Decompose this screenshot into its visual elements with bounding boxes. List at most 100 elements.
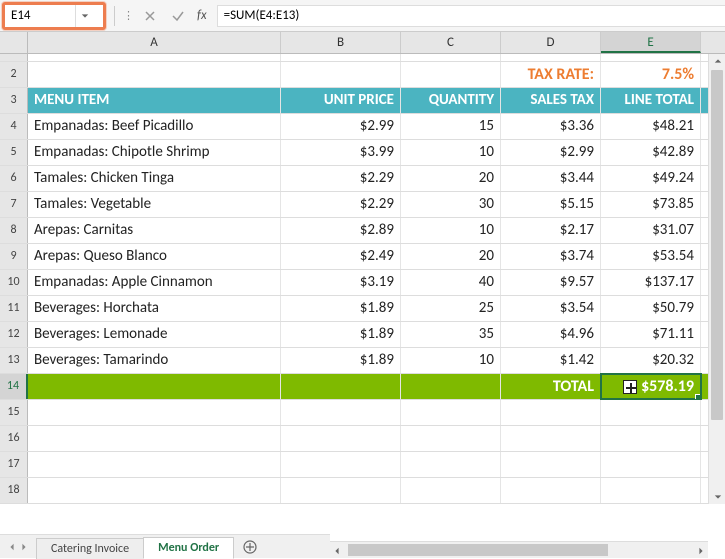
- cell[interactable]: [281, 400, 401, 425]
- cell-line-total[interactable]: $73.85: [601, 192, 701, 217]
- cell-menu-item[interactable]: Tamales: Chicken Tinga: [28, 166, 281, 191]
- cancel-button[interactable]: [139, 5, 161, 27]
- cell-menu-item[interactable]: Beverages: Horchata: [28, 296, 281, 321]
- name-box[interactable]: [5, 6, 75, 25]
- tab-catering-invoice[interactable]: Catering Invoice: [36, 538, 144, 559]
- row-header[interactable]: 17: [0, 452, 28, 477]
- cell-menu-item[interactable]: Tamales: Vegetable: [28, 192, 281, 217]
- name-box-dropdown[interactable]: [75, 5, 93, 27]
- cell[interactable]: [601, 478, 701, 503]
- cell[interactable]: [401, 374, 501, 399]
- cell-unit-price[interactable]: $3.19: [281, 270, 401, 295]
- scroll-right-button[interactable]: [694, 542, 708, 559]
- cell-unit-price[interactable]: $2.49: [281, 244, 401, 269]
- cell-unit-price[interactable]: $2.29: [281, 192, 401, 217]
- total-value-cell[interactable]: $578.19: [601, 374, 701, 399]
- cell-line-total[interactable]: $20.32: [601, 348, 701, 373]
- cell-sales-tax[interactable]: $9.57: [501, 270, 601, 295]
- tab-next-icon[interactable]: [20, 543, 28, 551]
- col-header-c[interactable]: C: [401, 32, 501, 53]
- cell[interactable]: [401, 400, 501, 425]
- col-header-a[interactable]: A: [28, 32, 281, 53]
- header-line-total[interactable]: LINE TOTAL: [601, 88, 701, 113]
- row-header[interactable]: 15: [0, 400, 28, 425]
- row-header[interactable]: 16: [0, 426, 28, 451]
- col-header-d[interactable]: D: [501, 32, 601, 53]
- cell-line-total[interactable]: $71.11: [601, 322, 701, 347]
- cell-line-total[interactable]: $42.89: [601, 140, 701, 165]
- cell-sales-tax[interactable]: $3.36: [501, 114, 601, 139]
- cell-unit-price[interactable]: $2.29: [281, 166, 401, 191]
- scroll-down-button[interactable]: [709, 490, 725, 504]
- header-unit-price[interactable]: UNIT PRICE: [281, 88, 401, 113]
- cell-line-total[interactable]: $137.17: [601, 270, 701, 295]
- cell-menu-item[interactable]: Arepas: Queso Blanco: [28, 244, 281, 269]
- cell-quantity[interactable]: 25: [401, 296, 501, 321]
- cell-unit-price[interactable]: $1.89: [281, 296, 401, 321]
- cell-line-total[interactable]: $49.24: [601, 166, 701, 191]
- cell-line-total[interactable]: $53.54: [601, 244, 701, 269]
- row-header[interactable]: 4: [0, 114, 28, 139]
- header-sales-tax[interactable]: SALES TAX: [501, 88, 601, 113]
- cell[interactable]: [501, 426, 601, 451]
- col-header-e[interactable]: E: [601, 32, 701, 53]
- cell-sales-tax[interactable]: $1.42: [501, 348, 601, 373]
- cell-menu-item[interactable]: Empanadas: Beef Picadillo: [28, 114, 281, 139]
- cell[interactable]: [601, 400, 701, 425]
- scroll-thumb[interactable]: [711, 70, 723, 420]
- cell-sales-tax[interactable]: $5.15: [501, 192, 601, 217]
- row-header[interactable]: [0, 54, 28, 61]
- cell[interactable]: [28, 400, 281, 425]
- header-menu-item[interactable]: MENU ITEM: [28, 88, 281, 113]
- tab-prev-icon[interactable]: [8, 543, 16, 551]
- cell[interactable]: [401, 54, 501, 61]
- row-header[interactable]: 9: [0, 244, 28, 269]
- cell[interactable]: [601, 452, 701, 477]
- cell-quantity[interactable]: 10: [401, 218, 501, 243]
- cell[interactable]: [28, 426, 281, 451]
- cell[interactable]: [401, 478, 501, 503]
- cell-sales-tax[interactable]: $3.54: [501, 296, 601, 321]
- cell[interactable]: [28, 452, 281, 477]
- cell-sales-tax[interactable]: $2.17: [501, 218, 601, 243]
- more-icon[interactable]: ⋮: [123, 9, 133, 22]
- cell[interactable]: [401, 62, 501, 87]
- cell[interactable]: [501, 54, 601, 61]
- col-header-b[interactable]: B: [281, 32, 401, 53]
- scroll-up-button[interactable]: [709, 54, 725, 68]
- cell-unit-price[interactable]: $1.89: [281, 322, 401, 347]
- cell-quantity[interactable]: 35: [401, 322, 501, 347]
- cell-menu-item[interactable]: Empanadas: Apple Cinnamon: [28, 270, 281, 295]
- cell[interactable]: [281, 452, 401, 477]
- tab-menu-order[interactable]: Menu Order: [143, 537, 234, 559]
- cell[interactable]: [601, 426, 701, 451]
- header-quantity[interactable]: QUANTITY: [401, 88, 501, 113]
- cell-sales-tax[interactable]: $3.44: [501, 166, 601, 191]
- cell[interactable]: [28, 62, 281, 87]
- row-header[interactable]: 8: [0, 218, 28, 243]
- cell-unit-price[interactable]: $2.99: [281, 114, 401, 139]
- cell-menu-item[interactable]: Beverages: Lemonade: [28, 322, 281, 347]
- cell-quantity[interactable]: 20: [401, 166, 501, 191]
- enter-button[interactable]: [167, 5, 189, 27]
- cell-menu-item[interactable]: Arepas: Carnitas: [28, 218, 281, 243]
- row-header[interactable]: 10: [0, 270, 28, 295]
- cell[interactable]: [401, 452, 501, 477]
- row-header[interactable]: 14: [0, 374, 28, 399]
- cell-quantity[interactable]: 40: [401, 270, 501, 295]
- scroll-left-button[interactable]: [330, 542, 344, 559]
- formula-input[interactable]: [217, 5, 725, 27]
- cell-quantity[interactable]: 10: [401, 348, 501, 373]
- cell-line-total[interactable]: $48.21: [601, 114, 701, 139]
- cell-quantity[interactable]: 15: [401, 114, 501, 139]
- cell[interactable]: [401, 426, 501, 451]
- fx-label[interactable]: fx: [197, 8, 207, 23]
- row-header[interactable]: 12: [0, 322, 28, 347]
- row-header[interactable]: 5: [0, 140, 28, 165]
- cell[interactable]: [28, 478, 281, 503]
- cell[interactable]: [501, 452, 601, 477]
- cell-menu-item[interactable]: Empanadas: Chipotle Shrimp: [28, 140, 281, 165]
- cell-sales-tax[interactable]: $3.74: [501, 244, 601, 269]
- cell-quantity[interactable]: 10: [401, 140, 501, 165]
- cell-unit-price[interactable]: $3.99: [281, 140, 401, 165]
